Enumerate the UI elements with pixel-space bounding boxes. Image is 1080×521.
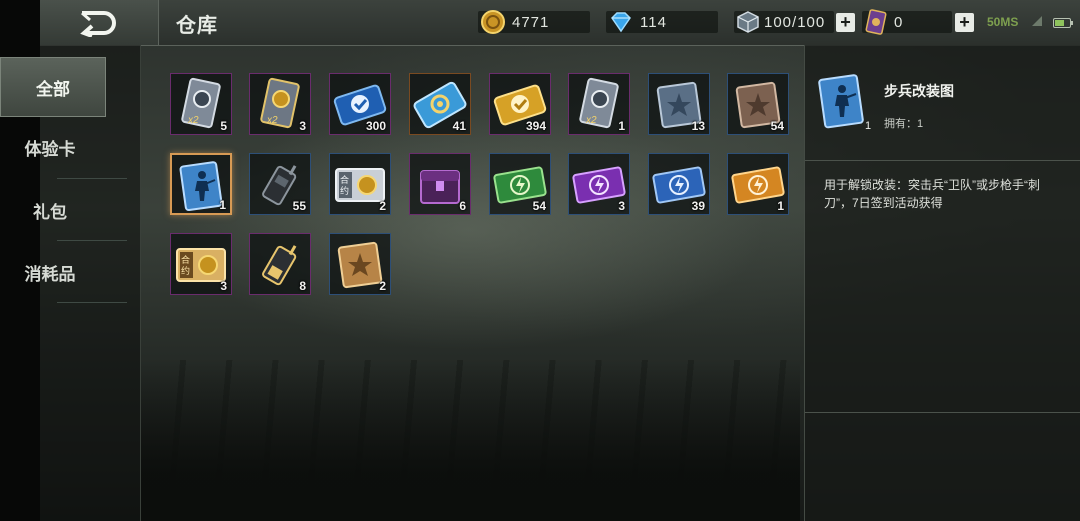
ping-indicator: 50MS xyxy=(987,15,1019,29)
item-count: 13 xyxy=(691,119,705,133)
item-count: 5 xyxy=(220,119,227,133)
plus-icon: + xyxy=(959,12,970,32)
detail-divider xyxy=(805,160,1080,161)
item-count: 1 xyxy=(777,199,784,213)
detail-item-icon xyxy=(816,73,870,131)
item-slot[interactable]: 41 xyxy=(409,73,471,135)
svg-text:x2: x2 xyxy=(266,115,278,126)
ticket-card-icon xyxy=(865,9,887,35)
sidebar-divider xyxy=(57,178,127,179)
category-consumables[interactable]: 消耗品 xyxy=(0,243,100,301)
svg-text:约: 约 xyxy=(340,185,349,196)
item-slot[interactable]: 1 xyxy=(727,153,789,215)
diamond-icon xyxy=(611,12,631,33)
energy-counter: 100/100 xyxy=(734,11,834,33)
sidebar-divider xyxy=(57,240,127,241)
detail-divider xyxy=(805,412,1080,413)
item-count: 394 xyxy=(525,119,546,133)
item-slot[interactable]: 39 xyxy=(648,153,710,215)
page-title: 仓库 xyxy=(176,15,218,37)
item-slot[interactable]: x2 1 xyxy=(568,73,630,135)
item-count: 41 xyxy=(452,119,466,133)
gold-counter: 4771 xyxy=(478,10,590,34)
item-slot-selected[interactable]: 1 xyxy=(170,153,232,215)
item-slot[interactable]: 394 xyxy=(489,73,551,135)
energy-amount: 100/100 xyxy=(764,13,826,31)
signal-icon xyxy=(1032,16,1042,26)
diamond-amount: 114 xyxy=(640,13,667,31)
back-arrow-icon xyxy=(80,10,116,37)
item-count: 3 xyxy=(220,279,227,293)
detail-owned-count: 拥有：1 xyxy=(884,118,924,130)
item-count: 6 xyxy=(459,199,466,213)
item-slot[interactable]: x2 3 xyxy=(249,73,311,135)
item-count: 55 xyxy=(292,199,306,213)
item-slot[interactable]: 8 xyxy=(249,233,311,295)
item-count: 3 xyxy=(299,119,306,133)
svg-text:x2: x2 xyxy=(187,115,199,126)
item-slot[interactable]: 13 xyxy=(648,73,710,135)
item-slot[interactable]: 6 xyxy=(409,153,471,215)
svg-text:约: 约 xyxy=(181,265,190,276)
item-slot[interactable]: 300 xyxy=(329,73,391,135)
item-slot[interactable]: 合 约 2 xyxy=(329,153,391,215)
item-count: 1 xyxy=(219,198,226,212)
item-slot[interactable]: 2 xyxy=(329,233,391,295)
item-count: 1 xyxy=(618,119,625,133)
ticket-counter: 0 xyxy=(862,9,952,35)
infantry-blueprint-icon xyxy=(818,74,864,129)
item-count: 2 xyxy=(379,279,386,293)
item-count: 2 xyxy=(379,199,386,213)
detail-item-count: 1 xyxy=(865,120,872,132)
background-ruins xyxy=(140,360,800,521)
item-count: 54 xyxy=(532,199,546,213)
plus-icon: + xyxy=(840,12,851,32)
category-trial-card[interactable]: 体验卡 xyxy=(0,118,100,176)
add-ticket-button[interactable]: + xyxy=(955,13,974,32)
detail-item-name: 步兵改装图 xyxy=(884,83,954,99)
diamond-counter: 114 xyxy=(606,11,718,33)
item-count: 39 xyxy=(691,199,705,213)
item-count: 8 xyxy=(299,279,306,293)
ticket-amount: 0 xyxy=(894,13,904,31)
svg-text:合: 合 xyxy=(340,174,349,185)
energy-cube-icon xyxy=(737,11,759,33)
svg-text:合: 合 xyxy=(181,254,190,265)
svg-text:x2: x2 xyxy=(585,115,597,126)
gold-coin-icon xyxy=(481,10,505,34)
sidebar-divider xyxy=(57,302,127,303)
battery-icon xyxy=(1053,18,1073,28)
item-slot[interactable]: 54 xyxy=(489,153,551,215)
item-count: 3 xyxy=(618,199,625,213)
item-slot[interactable]: x2 5 xyxy=(170,73,232,135)
gold-amount: 4771 xyxy=(512,13,550,31)
item-count: 54 xyxy=(770,119,784,133)
item-slot[interactable]: 合 约 3 xyxy=(170,233,232,295)
item-count: 300 xyxy=(365,119,386,133)
item-slot[interactable]: 54 xyxy=(727,73,789,135)
item-slot[interactable]: 55 xyxy=(249,153,311,215)
category-all[interactable]: 全部 xyxy=(0,57,106,117)
detail-description: 用于解锁改装：突击兵“卫队”或步枪手“刺刀”，7日签到活动获得 xyxy=(824,178,1040,210)
item-slot[interactable]: 3 xyxy=(568,153,630,215)
add-energy-button[interactable]: + xyxy=(836,13,855,32)
back-button[interactable] xyxy=(40,0,159,45)
category-gift-pack[interactable]: 礼包 xyxy=(0,181,100,239)
